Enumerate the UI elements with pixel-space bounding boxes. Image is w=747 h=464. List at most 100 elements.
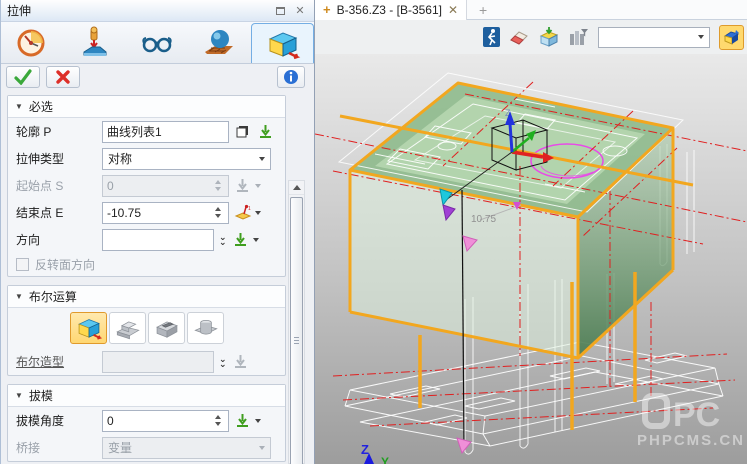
dimension-text: 10.75 xyxy=(471,214,496,225)
direction-field[interactable] xyxy=(107,233,209,247)
direction-pick-button[interactable] xyxy=(231,230,250,249)
chevron-down-icon xyxy=(259,157,265,161)
tab-stamp[interactable] xyxy=(64,22,127,63)
boolean-shape-field xyxy=(107,355,209,369)
start-pick-button-disabled xyxy=(233,176,252,195)
tab-extrude[interactable] xyxy=(251,23,314,63)
cad-application: 拉伸 ✕ xyxy=(0,0,747,464)
end-point-label: 结束点 E xyxy=(16,204,102,221)
offset-pick-button[interactable]: 1 xyxy=(233,203,252,222)
section-draft: ▼ 拔模 拔模角度 xyxy=(7,384,286,462)
filter-button[interactable] xyxy=(569,28,589,47)
info-button[interactable] xyxy=(277,66,305,88)
render-sphere-icon xyxy=(203,26,237,60)
boolean-intersect-button[interactable] xyxy=(187,312,224,344)
end-point-input[interactable] xyxy=(102,202,229,224)
extrude-type-select[interactable]: 对称 xyxy=(102,148,271,170)
profile-input[interactable] xyxy=(102,121,229,143)
collapse-triangle-icon: ▼ xyxy=(15,102,23,111)
boolean-shape-label[interactable]: 布尔造型 xyxy=(16,353,102,370)
direction-label: 方向 xyxy=(16,231,102,248)
boolean-remove-button[interactable] xyxy=(148,312,185,344)
end-spinner[interactable] xyxy=(212,203,224,223)
ok-button[interactable] xyxy=(6,66,40,88)
restore-icon xyxy=(276,7,285,15)
boolean-base-button[interactable] xyxy=(70,312,107,344)
direction-input[interactable] xyxy=(102,229,214,251)
extrude-type-row: 拉伸类型 对称 xyxy=(8,145,285,172)
boolean-add-icon xyxy=(113,315,143,341)
filter-icon xyxy=(569,28,589,47)
gray-pick-arrow-icon xyxy=(233,354,248,370)
section-boolean: ▼ 布尔运算 xyxy=(7,285,286,376)
double-chevron-down-icon[interactable]: ⌄⌄ xyxy=(219,235,227,245)
draft-angle-spinner[interactable] xyxy=(212,411,224,431)
boolean-shape-row: 布尔造型 ⌄⌄ xyxy=(8,348,285,375)
boolean-shape-input xyxy=(102,351,214,373)
section-boolean-title: 布尔运算 xyxy=(29,288,77,305)
view-triad-y-label: Y xyxy=(381,455,389,464)
dialog-form: ▼ 必选 轮廓 P xyxy=(1,90,314,464)
new-tab-button[interactable]: + xyxy=(467,2,499,18)
scrollbar-thumb[interactable] xyxy=(290,197,303,464)
start-point-field xyxy=(107,179,212,193)
profile-input-field[interactable] xyxy=(107,125,224,139)
boolean-intersect-icon xyxy=(191,315,221,341)
watermark-logo: PC xyxy=(673,396,720,434)
restore-button[interactable] xyxy=(272,4,288,18)
collapse-triangle-icon: ▼ xyxy=(15,292,23,301)
document-tab-active[interactable]: + B-356.Z3 - [B-3561] ✕ xyxy=(315,0,467,20)
draft-pick-button[interactable] xyxy=(233,411,252,430)
tab-gauge[interactable] xyxy=(1,22,64,63)
insert-shape-button[interactable] xyxy=(538,27,560,47)
collapse-triangle-icon: ▼ xyxy=(15,391,23,400)
start-spinner xyxy=(212,176,224,196)
close-button[interactable]: ✕ xyxy=(292,4,308,18)
extrude-box-icon xyxy=(265,27,301,61)
scrollbar-grip xyxy=(294,335,299,346)
draft-angle-input[interactable] xyxy=(102,410,229,432)
double-chevron-down-icon[interactable]: ⌄⌄ xyxy=(219,357,227,367)
bridge-select: 变量 xyxy=(102,437,271,459)
profile-pick-button[interactable] xyxy=(256,122,275,141)
bridge-value: 变量 xyxy=(108,439,256,456)
section-boolean-header[interactable]: ▼ 布尔运算 xyxy=(8,286,285,308)
section-draft-header[interactable]: ▼ 拔模 xyxy=(8,385,285,407)
chevron-down-icon[interactable] xyxy=(255,419,261,423)
view-triad-z-label: Z xyxy=(361,442,369,457)
boolean-base-icon xyxy=(74,315,104,341)
view-combobox[interactable] xyxy=(598,27,710,48)
selection-list-button[interactable] xyxy=(233,122,252,141)
erase-button[interactable] xyxy=(509,29,529,45)
chevron-down-icon[interactable] xyxy=(253,238,259,242)
cancel-x-icon xyxy=(55,69,71,85)
cancel-button[interactable] xyxy=(46,66,80,88)
scrollbar-up-arrow[interactable] xyxy=(289,181,304,195)
end-point-field[interactable] xyxy=(107,206,212,220)
view-orient-icon xyxy=(722,28,741,47)
model-canvas[interactable]: 10.75 Z xyxy=(315,54,747,464)
exit-runner-icon xyxy=(483,27,500,47)
tab-plus-icon: + xyxy=(323,2,331,17)
draft-angle-field[interactable] xyxy=(107,414,212,428)
viewport-area: + B-356.Z3 - [B-3561] ✕ + xyxy=(315,0,747,464)
direction-row: 方向 ⌄⌄ xyxy=(8,226,285,253)
boolean-add-button[interactable] xyxy=(109,312,146,344)
chevron-down-icon xyxy=(259,446,265,450)
tab-close-icon[interactable]: ✕ xyxy=(448,3,458,17)
z-axis-arrow[interactable] xyxy=(510,124,512,152)
extrude-type-value: 对称 xyxy=(108,150,256,167)
insert-box-icon xyxy=(538,27,560,47)
chevron-down-icon[interactable] xyxy=(255,211,261,215)
eraser-icon xyxy=(509,29,529,45)
tab-render[interactable] xyxy=(189,22,252,63)
view-orient-button[interactable] xyxy=(719,25,744,50)
document-tab-label: B-356.Z3 - [B-3561] xyxy=(337,3,442,17)
info-icon xyxy=(283,69,299,85)
panel-scrollbar[interactable] xyxy=(288,180,305,464)
section-required: ▼ 必选 轮廓 P xyxy=(7,95,286,277)
section-required-header[interactable]: ▼ 必选 xyxy=(8,96,285,118)
tab-glasses[interactable] xyxy=(126,22,189,63)
chevron-down-icon xyxy=(698,35,704,39)
exit-sketch-button[interactable] xyxy=(483,27,500,47)
